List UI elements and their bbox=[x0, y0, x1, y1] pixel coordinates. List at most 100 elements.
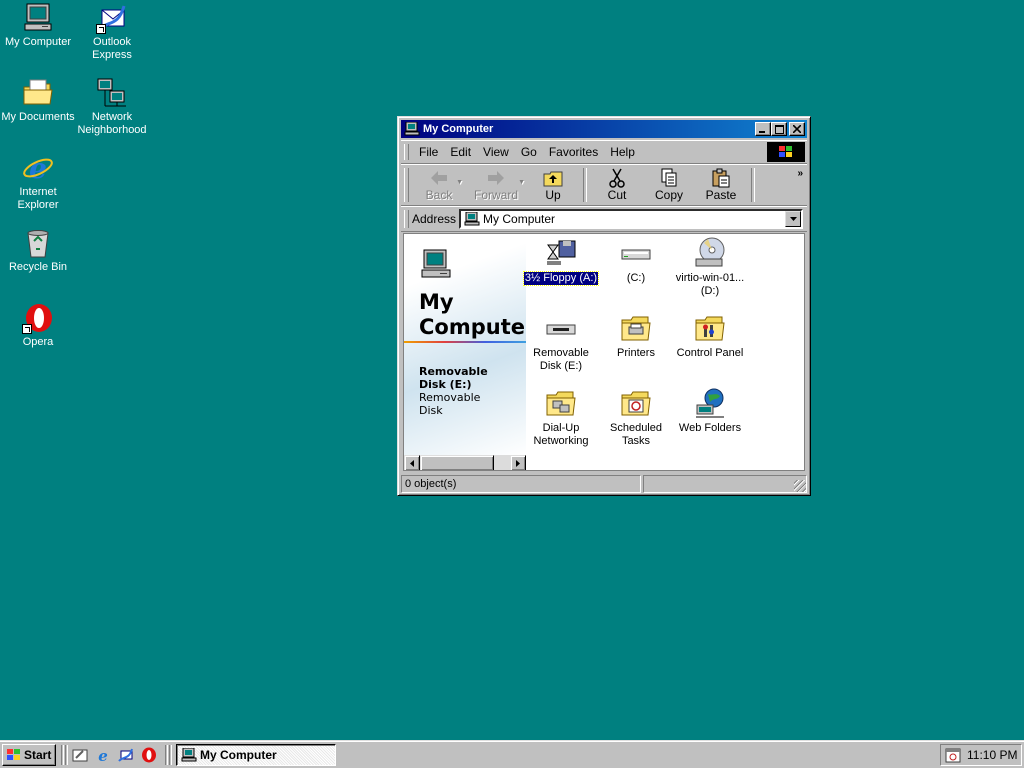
toolbar-more-chevron-icon[interactable]: » bbox=[797, 168, 803, 179]
menu-help[interactable]: Help bbox=[604, 144, 641, 160]
selected-item-name-line: Removable bbox=[419, 365, 488, 378]
maximize-button[interactable] bbox=[771, 122, 787, 136]
item-label-line: Removable bbox=[533, 347, 589, 359]
recycle-bin-icon bbox=[22, 227, 54, 259]
item-label: Scheduled Tasks bbox=[609, 422, 663, 448]
scroll-thumb[interactable] bbox=[420, 455, 494, 470]
up-folder-icon bbox=[542, 168, 564, 188]
item-label: Printers bbox=[617, 347, 655, 359]
web-view-side-panel: My Compute Removable Disk (E:) Removable… bbox=[404, 234, 526, 455]
standard-toolbar: Back ▼ Forward ▼ Up Cut Copy Paste » bbox=[401, 164, 807, 206]
address-dropdown-button[interactable] bbox=[785, 211, 801, 227]
network-icon bbox=[96, 77, 128, 109]
dialup-networking-icon bbox=[545, 387, 577, 419]
item-label-line: Disk (E:) bbox=[539, 360, 583, 372]
item-removable-disk-e[interactable]: Removable Disk (E:) bbox=[523, 312, 599, 373]
forward-arrow-icon bbox=[485, 168, 507, 188]
address-label: Address bbox=[412, 212, 457, 226]
scheduled-tasks-icon[interactable] bbox=[945, 747, 961, 763]
desktop: My Computer Outlook Express My Documents bbox=[0, 0, 1024, 740]
minimize-icon bbox=[759, 131, 765, 133]
back-dropdown-icon[interactable]: ▼ bbox=[456, 179, 463, 186]
title-bar[interactable]: My Computer bbox=[401, 120, 807, 138]
side-panel-title: My Compute bbox=[419, 290, 525, 340]
opera-icon[interactable] bbox=[141, 747, 157, 763]
maximize-icon bbox=[774, 124, 784, 134]
menubar-grip[interactable] bbox=[404, 144, 409, 160]
item-web-folders[interactable]: Web Folders bbox=[672, 387, 748, 435]
desktop-icon-internet-explorer[interactable]: e Internet Explorer bbox=[0, 152, 76, 212]
desktop-icon-network-neighborhood[interactable]: Network Neighborhood bbox=[74, 77, 150, 137]
close-icon bbox=[793, 125, 801, 133]
folder-icon bbox=[22, 77, 54, 109]
my-computer-icon bbox=[404, 121, 420, 136]
desktop-icon-outlook-express[interactable]: Outlook Express bbox=[74, 2, 150, 62]
taskbar-button-my-computer[interactable]: My Computer bbox=[176, 744, 336, 766]
menu-view[interactable]: View bbox=[477, 144, 515, 160]
windows-logo-icon bbox=[767, 142, 805, 162]
minimize-button[interactable] bbox=[755, 122, 771, 136]
my-computer-icon bbox=[464, 211, 480, 226]
system-tray: 11:10 PM bbox=[940, 744, 1022, 766]
forward-dropdown-icon[interactable]: ▼ bbox=[518, 179, 525, 186]
folder-view: My Compute Removable Disk (E:) Removable… bbox=[403, 233, 805, 471]
item-scheduled-tasks[interactable]: Scheduled Tasks bbox=[598, 387, 674, 448]
address-field[interactable]: My Computer bbox=[459, 209, 803, 229]
desktop-icon-recycle-bin[interactable]: Recycle Bin bbox=[0, 227, 76, 274]
desktop-icon-label: Network Neighborhood bbox=[77, 111, 147, 136]
addressbar-grip[interactable] bbox=[404, 210, 409, 228]
copy-icon bbox=[658, 168, 680, 188]
svg-text:e: e bbox=[98, 747, 108, 763]
show-desktop-icon[interactable] bbox=[72, 747, 88, 763]
forward-button[interactable]: Forward ▼ bbox=[465, 165, 527, 205]
desktop-icon-my-documents[interactable]: My Documents bbox=[0, 77, 76, 124]
horizontal-scrollbar[interactable] bbox=[404, 455, 526, 470]
item-drive-c[interactable]: (C:) bbox=[598, 237, 674, 285]
clock[interactable]: 11:10 PM bbox=[967, 748, 1017, 762]
item-label: Dial-Up Networking bbox=[532, 422, 589, 448]
scroll-right-button[interactable] bbox=[510, 455, 526, 470]
side-panel-title-line: My bbox=[419, 290, 454, 314]
back-label: Back bbox=[425, 188, 453, 202]
status-cell-empty bbox=[643, 475, 807, 493]
menu-file[interactable]: File bbox=[413, 144, 444, 160]
address-value: My Computer bbox=[483, 212, 556, 226]
item-printers[interactable]: Printers bbox=[598, 312, 674, 360]
desktop-icon-label: My Documents bbox=[1, 111, 75, 123]
toolbar-grip[interactable] bbox=[404, 168, 409, 202]
item-cd-drive-d[interactable]: virtio-win-01... (D:) bbox=[672, 237, 748, 298]
control-panel-icon bbox=[694, 312, 726, 344]
up-button[interactable]: Up bbox=[527, 165, 579, 205]
menu-favorites[interactable]: Favorites bbox=[543, 144, 604, 160]
item-dialup-networking[interactable]: Dial-Up Networking bbox=[523, 387, 599, 448]
item-label-line: Scheduled bbox=[610, 422, 662, 434]
copy-button[interactable]: Copy bbox=[643, 165, 695, 205]
taskbar-grip[interactable] bbox=[169, 745, 172, 765]
item-control-panel[interactable]: Control Panel bbox=[672, 312, 748, 360]
paste-label: Paste bbox=[705, 188, 737, 202]
desktop-icon-my-computer[interactable]: My Computer bbox=[0, 2, 76, 49]
item-floppy-a[interactable]: 3½ Floppy (A:) bbox=[522, 237, 600, 286]
resize-grip-icon[interactable] bbox=[794, 480, 806, 492]
selected-item-desc-line: Removable bbox=[419, 391, 481, 404]
scroll-left-button[interactable] bbox=[404, 455, 420, 470]
cut-button[interactable]: Cut bbox=[591, 165, 643, 205]
outlook-express-icon[interactable] bbox=[118, 747, 134, 763]
toolbar-separator bbox=[751, 168, 755, 202]
start-button[interactable]: Start bbox=[2, 744, 56, 766]
side-panel-title-line: Compute bbox=[419, 315, 525, 339]
desktop-icon-label: Outlook Express bbox=[92, 36, 132, 61]
taskbar: Start e My Computer 11:10 PM bbox=[0, 740, 1024, 768]
menu-edit[interactable]: Edit bbox=[444, 144, 477, 160]
desktop-icon-label: My Computer bbox=[4, 36, 72, 48]
desktop-icon-opera[interactable]: Opera bbox=[0, 302, 76, 349]
back-button[interactable]: Back ▼ bbox=[413, 165, 465, 205]
paste-button[interactable]: Paste bbox=[695, 165, 747, 205]
quick-launch-grip[interactable] bbox=[65, 745, 68, 765]
menu-go[interactable]: Go bbox=[515, 144, 543, 160]
paste-icon bbox=[710, 168, 732, 188]
shortcut-arrow-icon bbox=[22, 324, 32, 334]
close-button[interactable] bbox=[789, 122, 805, 136]
ie-icon[interactable]: e bbox=[95, 747, 111, 765]
status-text: 0 object(s) bbox=[401, 475, 641, 493]
